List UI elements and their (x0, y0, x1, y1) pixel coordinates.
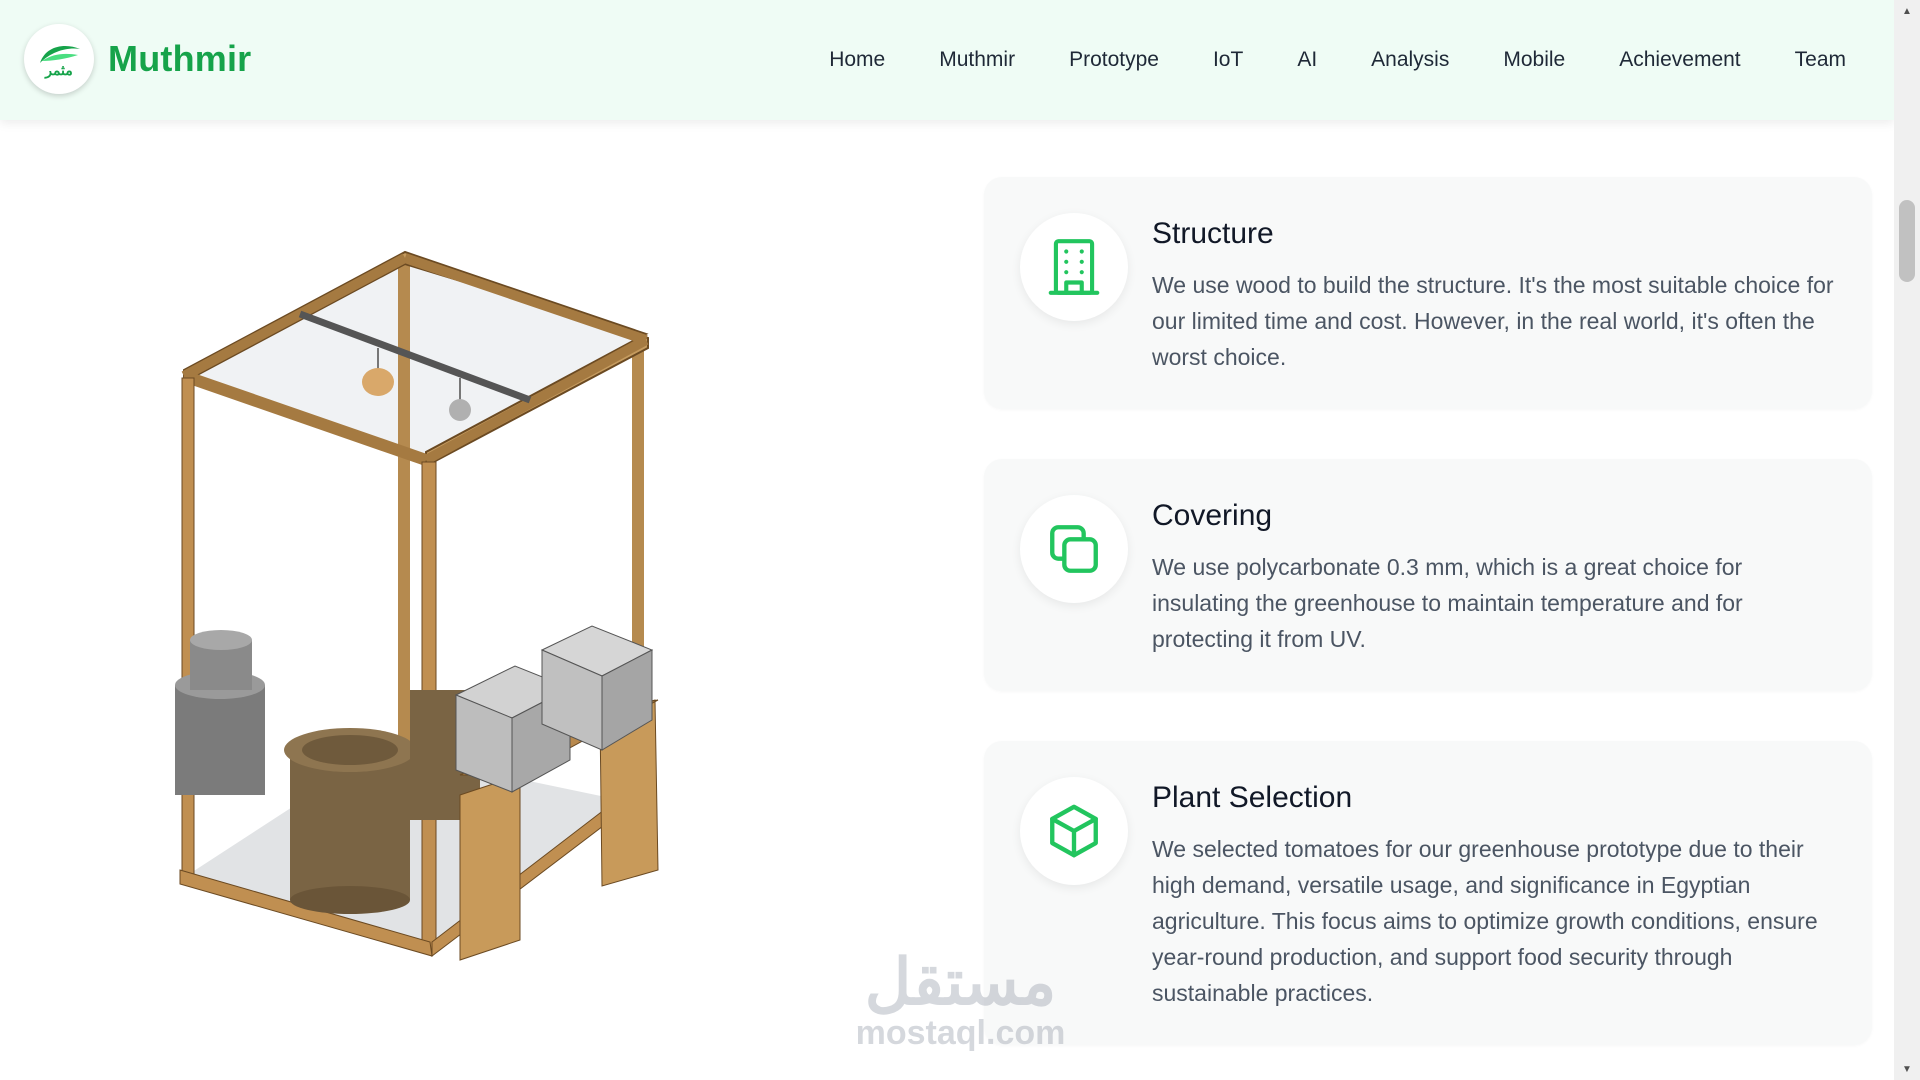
nav-home[interactable]: Home (829, 48, 885, 72)
watermark-latin: mostaql.com (855, 1014, 1066, 1052)
logo-arabic-text: مثمر (45, 62, 73, 78)
feature-card-structure: Structure We use wood to build the struc… (984, 177, 1872, 409)
brand-name: Muthmir (108, 38, 252, 79)
feature-description: We use polycarbonate 0.3 mm, which is a … (1152, 554, 1743, 652)
navbar: مثمر Muthmir Home Muthmir Prototype IoT … (0, 0, 1894, 120)
watermark: مستقل mostaql.com (843, 950, 1078, 1052)
scrollbar[interactable]: ▲ ▼ (1894, 0, 1920, 1080)
brand-link[interactable]: مثمر Muthmir (24, 24, 251, 94)
feature-title: Plant Selection (1152, 781, 1353, 814)
feature-description: We selected tomatoes for our greenhouse … (1152, 836, 1818, 1006)
nav-analysis[interactable]: Analysis (1371, 48, 1449, 72)
watermark-arabic: مستقل (864, 946, 1057, 1018)
nav-achievement[interactable]: Achievement (1619, 48, 1740, 72)
greenhouse-prototype-illustration (175, 250, 659, 961)
scrollbar-thumb[interactable] (1899, 200, 1915, 282)
layers-copy-icon (1050, 525, 1098, 573)
nav-menu: Home Muthmir Prototype IoT AI Analysis M… (829, 0, 1846, 120)
scroll-up-arrow-icon[interactable]: ▲ (1894, 0, 1920, 22)
logo: مثمر (24, 24, 94, 94)
feature-title: Covering (1152, 499, 1273, 532)
feature-description: We use wood to build the structure. It's… (1152, 272, 1834, 370)
nav-ai[interactable]: AI (1297, 48, 1317, 72)
scroll-down-arrow-icon[interactable]: ▼ (1894, 1058, 1920, 1080)
feature-title: Structure (1152, 217, 1274, 250)
nav-prototype[interactable]: Prototype (1069, 48, 1159, 72)
nav-mobile[interactable]: Mobile (1503, 48, 1565, 72)
nav-muthmir[interactable]: Muthmir (939, 48, 1015, 72)
cube-icon (1050, 804, 1098, 858)
feature-icon-container (1020, 777, 1128, 885)
feature-card-covering: Covering We use polycarbonate 0.3 mm, wh… (984, 459, 1872, 691)
building-icon (1048, 239, 1100, 295)
nav-iot[interactable]: IoT (1213, 48, 1243, 72)
nav-team[interactable]: Team (1795, 48, 1846, 72)
feature-icon-container (1020, 495, 1128, 603)
feature-card-plant-selection: Plant Selection We selected tomatoes for… (984, 741, 1872, 1045)
feature-icon-container (1020, 213, 1128, 321)
